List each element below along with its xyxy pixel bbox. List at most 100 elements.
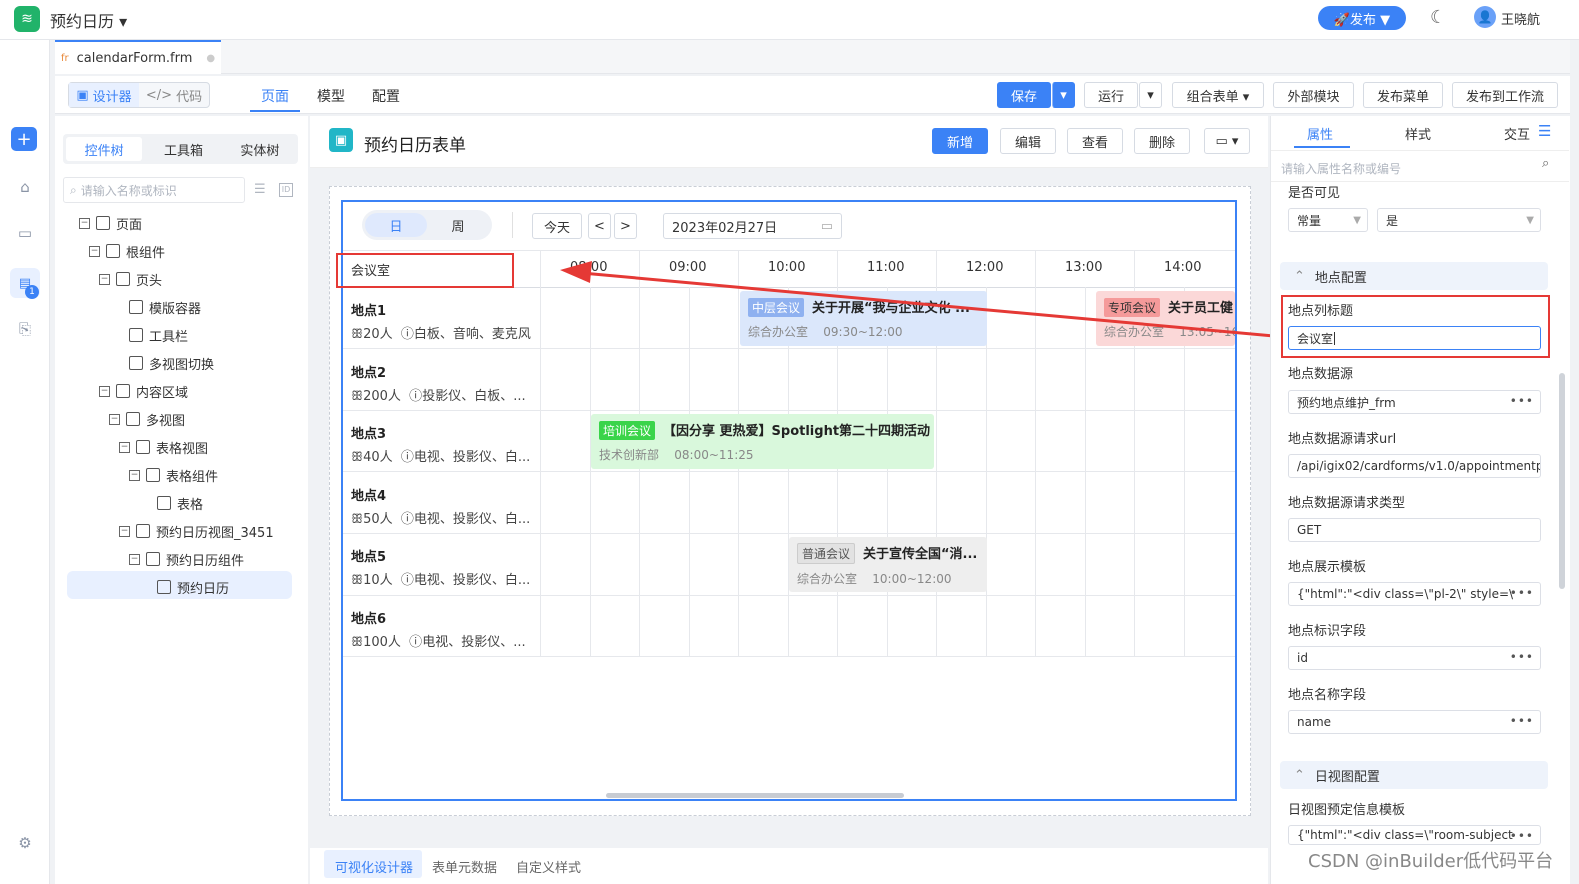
location-template-input[interactable]: {"html":"<div class=\"pl-2\" style=\"ove…: [1288, 582, 1541, 606]
run-button[interactable]: 运行: [1084, 82, 1138, 108]
collapse-all-icon[interactable]: ☰: [254, 182, 266, 197]
prop-label: 地点数据源: [1288, 367, 1354, 382]
more-icon[interactable]: •••: [1510, 394, 1534, 408]
property-search-input[interactable]: 请输入属性名称或编号: [1271, 150, 1569, 182]
tree-node-template-container[interactable]: 模版容器: [129, 297, 201, 317]
tree-node-table-component[interactable]: − 表格组件: [129, 465, 218, 485]
tab-toolbox[interactable]: 工具箱: [145, 134, 221, 164]
monitor-icon[interactable]: ▭: [0, 224, 50, 242]
menu-icon[interactable]: ☰: [1538, 122, 1551, 140]
external-module-button[interactable]: 外部模块: [1273, 82, 1354, 108]
tab-interaction[interactable]: 交互: [1504, 124, 1530, 143]
more-icon[interactable]: •••: [1510, 829, 1534, 843]
visible-value-select[interactable]: 是 ▼: [1377, 208, 1541, 232]
table-icon: [136, 440, 150, 454]
tree-node-view-switch[interactable]: 多视图切换: [129, 353, 214, 373]
visible-type-select[interactable]: 常量 ▼: [1288, 208, 1368, 232]
location-row[interactable]: 地点5 ꕥ10人 ⓘ电视、投影仪、白...: [351, 546, 530, 588]
location-row[interactable]: 地点3 ꕥ40人 ⓘ电视、投影仪、白...: [351, 423, 530, 465]
location-url-input[interactable]: /api/igix02/cardforms/v1.0/appointmentpl…: [1288, 454, 1541, 478]
dayview-config-section[interactable]: ⌃ 日视图配置: [1280, 761, 1548, 789]
save-button[interactable]: 保存: [997, 82, 1051, 108]
dayview-template-input[interactable]: {"html":"<div class=\"room-subject p-2\"…: [1288, 825, 1541, 845]
document-search-icon[interactable]: ⎘: [0, 320, 50, 338]
left-rail: [0, 40, 50, 884]
view-button[interactable]: 查看: [1067, 128, 1123, 154]
grid-line: [343, 656, 1235, 657]
tree-node-page[interactable]: − 页面: [79, 213, 142, 233]
tree-node-multiview[interactable]: − 多视图: [109, 409, 185, 429]
tree-node-calendar-view[interactable]: − 预约日历视图_3451: [119, 521, 274, 541]
tree-node-table[interactable]: 表格: [157, 493, 203, 513]
run-dropdown-button[interactable]: ▾: [1139, 82, 1162, 108]
user-name[interactable]: 王晓航: [1501, 9, 1540, 28]
delete-button[interactable]: 删除: [1134, 128, 1190, 154]
page-icon: [96, 216, 110, 230]
location-id-field-input[interactable]: id •••: [1288, 646, 1541, 670]
today-button[interactable]: 今天: [532, 213, 582, 239]
settings-gear-icon[interactable]: ⚙: [0, 834, 50, 852]
location-config-section[interactable]: ⌃ 地点配置: [1280, 262, 1548, 290]
more-icon[interactable]: •••: [1510, 650, 1534, 664]
tab-page[interactable]: 页面: [261, 86, 289, 106]
date-picker-input[interactable]: 2023年02月27日 ▭: [663, 213, 842, 239]
tab-properties[interactable]: 属性: [1307, 124, 1333, 143]
add-button[interactable]: 新增: [932, 128, 988, 154]
prev-day-button[interactable]: <: [588, 213, 611, 239]
tree-node-calendar[interactable]: 预约日历: [157, 577, 229, 597]
code-mode-button[interactable]: </> 代码: [139, 83, 209, 107]
properties-scrollbar[interactable]: [1559, 373, 1565, 589]
user-avatar-icon[interactable]: 👤: [1474, 6, 1496, 28]
tree-node-root[interactable]: − 根组件: [89, 241, 165, 261]
tree-node-content-area[interactable]: − 内容区域: [99, 381, 188, 401]
location-row[interactable]: 地点2 ꕥ200人 ⓘ投影仪、白板、...: [351, 362, 526, 404]
app-title-dropdown[interactable]: 预约日历 ▾: [50, 8, 127, 32]
id-toggle-icon[interactable]: ID: [279, 183, 293, 197]
tree-node-table-view[interactable]: − 表格视图: [119, 437, 208, 457]
more-icon[interactable]: •••: [1510, 714, 1534, 728]
tree-node-header[interactable]: − 页头: [99, 269, 162, 289]
event-card[interactable]: 普通会议 关于宣传全国“消... 综合办公室 10:00~12:00: [789, 537, 987, 592]
location-row[interactable]: 地点6 ꕥ100人 ⓘ电视、投影仪、...: [351, 608, 526, 650]
save-dropdown-button[interactable]: ▾: [1052, 82, 1075, 108]
week-view-button[interactable]: 周: [427, 213, 489, 237]
tab-config[interactable]: 配置: [372, 86, 400, 106]
file-tab[interactable]: fr calendarForm.frm ●: [55, 40, 221, 74]
location-row[interactable]: 地点4 ꕥ50人 ⓘ电视、投影仪、白...: [351, 485, 530, 527]
home-icon[interactable]: ⌂: [0, 178, 50, 196]
combo-form-button[interactable]: 组合表单 ▾: [1172, 82, 1264, 108]
calendar-view-dropdown[interactable]: ▭ ▾: [1204, 128, 1250, 154]
location-row[interactable]: 地点1 ꕥ20人 ⓘ白板、音响、麦克风: [351, 300, 531, 342]
more-icon[interactable]: •••: [1510, 586, 1534, 600]
publish-menu-button[interactable]: 发布菜单: [1363, 82, 1443, 108]
tab-model[interactable]: 模型: [317, 86, 345, 106]
tab-form-metadata[interactable]: 表单元数据: [432, 857, 497, 876]
active-tab-indicator: [1294, 146, 1350, 148]
publish-workflow-button[interactable]: 发布到工作流: [1452, 82, 1558, 108]
unsaved-dot-icon: ●: [206, 52, 216, 64]
tree-node-calendar-component[interactable]: − 预约日历组件: [129, 549, 244, 569]
tab-style[interactable]: 样式: [1405, 124, 1431, 143]
location-datasource-input[interactable]: 预约地点维护_frm •••: [1288, 390, 1541, 414]
edit-button[interactable]: 编辑: [1000, 128, 1056, 154]
location-request-type-input[interactable]: GET: [1288, 518, 1541, 542]
next-day-button[interactable]: >: [614, 213, 637, 239]
calendar-horizontal-scrollbar[interactable]: [606, 793, 904, 798]
tree-node-toolbar[interactable]: 工具栏: [129, 325, 188, 345]
tab-custom-style[interactable]: 自定义样式: [516, 857, 581, 876]
theme-moon-icon[interactable]: ☾: [1430, 7, 1446, 28]
designer-mode-button[interactable]: ▣ 设计器: [69, 83, 139, 107]
event-card[interactable]: 培训会议 【因分享 更热爱】Spotlight第二十四期活动 技术创新部 08:0…: [591, 414, 934, 469]
form-title: 预约日历表单: [364, 136, 466, 156]
tab-visual-designer[interactable]: 可视化设计器: [335, 857, 413, 876]
tree-search-input[interactable]: ⌕ 请输入名称或标识: [63, 177, 245, 203]
info-icon: ⓘ: [409, 635, 423, 650]
prop-label: 地点展示模板: [1288, 560, 1367, 575]
publish-button[interactable]: 🚀发布 ▼: [1318, 6, 1406, 30]
location-name-field-input[interactable]: name •••: [1288, 710, 1541, 734]
add-icon[interactable]: +: [11, 127, 37, 151]
tab-entity-tree[interactable]: 实体树: [222, 134, 298, 164]
tab-control-tree[interactable]: 控件树: [66, 137, 143, 161]
layers-icon: [126, 412, 140, 426]
day-view-button[interactable]: 日: [365, 213, 427, 237]
